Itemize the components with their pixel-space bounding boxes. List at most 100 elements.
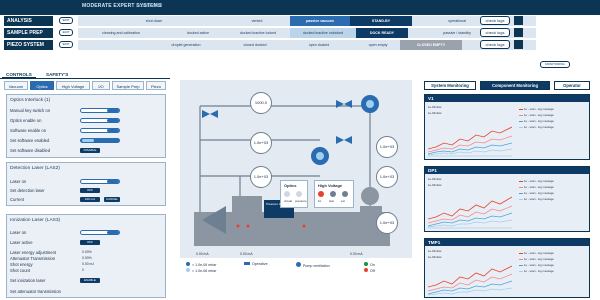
sample-prep-check-logs-button[interactable]: check logs (480, 28, 510, 37)
state-docked-inactive-unlocked[interactable]: docked inactive unlocked (290, 28, 356, 38)
gauge-1[interactable]: 1000.0 (250, 92, 272, 114)
state-passive-vacuum[interactable]: passive vacuum (290, 16, 350, 26)
top-header-bar: MODERATE EXPERT SYSTEMS - connected (0, 0, 600, 15)
section-title: Ionization Laser (LAS3) (10, 218, 61, 223)
software-enable-toggle[interactable] (80, 128, 120, 133)
optic-indicator-2 (296, 191, 302, 197)
manual-key-toggle[interactable] (80, 108, 120, 113)
hv-indicator-ext (342, 191, 348, 197)
gauge-5[interactable]: 1.0e+03 (376, 166, 398, 188)
monitoring-button[interactable]: MONITORING (540, 61, 570, 68)
optics-enable-toggle[interactable] (80, 118, 120, 123)
pressure-label: Pressure /Pa (266, 202, 284, 206)
tab-controls[interactable]: CONTROLS (2, 70, 36, 79)
piezo-check-logs-button[interactable]: check logs (480, 40, 510, 49)
piezo-edit-button[interactable]: EDIT (59, 41, 73, 48)
legend-item: Operative (244, 262, 268, 266)
hv-indicator-int (318, 191, 324, 197)
y-axis-label: 1e-02mbar (428, 105, 442, 109)
analysis-status-square (514, 16, 523, 25)
subtab-high-voltage[interactable]: High Voltage (56, 81, 90, 90)
detection-off-button[interactable]: OFF (80, 188, 100, 193)
optic-item-label: virtual (284, 199, 293, 203)
small-value: 0.00 mA (240, 252, 253, 256)
gauge-6[interactable]: 1.0e+03 (376, 212, 398, 234)
disable-button[interactable]: DISABLE (80, 148, 100, 153)
row-label-analysis: ANALYSIS (4, 16, 53, 26)
option-label: Software enable on (10, 128, 47, 133)
tab-component-monitoring[interactable]: Component Monitoring (480, 81, 550, 90)
ionization-laser-toggle[interactable] (80, 230, 120, 235)
analysis-edit-button[interactable]: EDIT (59, 17, 73, 24)
current-value-button[interactable]: 100 mA (80, 197, 100, 202)
legend-entry: 1e - scan - log message (519, 191, 554, 195)
y-axis-label: 1e-03mbar (428, 255, 442, 259)
chart-panel-tmp1: TMP1 1e-02mbar 1e-03mbar 1e - scan - log… (424, 238, 590, 298)
state-dock-ready[interactable]: DOCK READY (356, 28, 408, 38)
legend-entry: 1e - scan - log message (519, 269, 554, 273)
gauge-4[interactable]: 1.0e+03 (376, 136, 398, 158)
legend-entry: 1e - scan - log message (519, 197, 554, 201)
option-label: Current (10, 197, 24, 202)
state-shut-down[interactable]: shut down (126, 16, 182, 26)
state-open-docked[interactable]: open docked (290, 40, 348, 50)
ionization-enable-button[interactable]: ENABLE (80, 278, 100, 283)
sample-prep-state-track: cleaning and calibration docked active d… (78, 28, 536, 38)
ionization-off-button[interactable]: OFF (80, 240, 100, 245)
tab-system-monitoring[interactable]: System Monitoring (424, 81, 476, 90)
state-open-empty[interactable]: open empty (350, 40, 406, 50)
option-label: Optics enable on (10, 118, 42, 123)
optics-box[interactable]: Optics virtual pressure (280, 180, 308, 208)
sparkline-chart (428, 265, 512, 296)
chart-title: DP1 (425, 167, 589, 174)
legend-entry: 1e - scan - log message (519, 107, 554, 111)
y-axis-label: 1e-03mbar (428, 183, 442, 187)
optic-item-label: pressure (295, 199, 307, 203)
option-label: Set attenuator transmission (10, 289, 61, 294)
optic-indicator-1 (284, 191, 290, 197)
tab-operator[interactable]: Operator (554, 81, 590, 90)
tab-safetys[interactable]: SAFETY'S (42, 70, 72, 79)
option-label: Laser on (10, 230, 27, 235)
state-vented[interactable]: vented (228, 16, 286, 26)
state-docked-active[interactable]: docked active (170, 28, 226, 38)
piezo-status-square (514, 40, 523, 49)
option-label: Shot count (10, 268, 31, 273)
option-label: Manual key switch on (10, 108, 51, 113)
state-closed-docked[interactable]: closed docked (226, 40, 284, 50)
hv-indicator-stat (330, 191, 336, 197)
legend-item: Pump ventilation (296, 262, 330, 268)
gauge-2[interactable]: 1.0e+03 (250, 132, 272, 154)
row-label-piezo-system: PIEZO SYSTEM (4, 40, 53, 50)
sample-prep-edit-button[interactable]: EDIT (59, 29, 73, 36)
state-droplet-generation[interactable]: droplet generation (156, 40, 216, 50)
pump-3[interactable] (361, 187, 379, 205)
detection-laser-toggle[interactable] (80, 179, 120, 184)
shot-energy-value: 0.00 mJ (82, 262, 95, 266)
small-value: 0.00 mA (196, 252, 209, 256)
subtab-optics[interactable]: Optics (30, 81, 54, 90)
set-software-enabled-toggle[interactable] (80, 138, 120, 143)
analysis-check-logs-button[interactable]: check logs (480, 16, 510, 25)
chart-title: TMP1 (425, 239, 589, 246)
state-closed-empty[interactable]: CLOSED EMPTY (400, 40, 462, 50)
subtab-piezo[interactable]: Piezo (146, 81, 166, 90)
shot-count-value: 0 (82, 268, 84, 272)
option-label: Set software enabled (10, 138, 50, 143)
hv-label: High Voltage (318, 183, 343, 188)
subtab-io[interactable]: I/O (92, 81, 110, 90)
small-value: 0.00 mA (350, 252, 363, 256)
high-voltage-box[interactable]: High Voltage int stat ext (314, 180, 354, 208)
subtab-sample-prep[interactable]: Sample Prep (112, 81, 144, 90)
cancel-button[interactable]: CANCEL (104, 197, 120, 202)
state-docked-inactive-locked[interactable]: docked inactive locked (226, 28, 290, 38)
state-cleaning-calibration[interactable]: cleaning and calibration (82, 28, 160, 38)
legend-entry: 1e - scan - log message (519, 125, 554, 129)
legend-entry: 1e - scan - log message (519, 185, 554, 189)
legend-entry: 1e - scan - log message (519, 179, 554, 183)
state-stand-by[interactable]: STAND-BY (350, 16, 412, 26)
gauge-3[interactable]: 1.0e+03 (250, 166, 272, 188)
subtab-vacuum[interactable]: Vacuum (4, 81, 28, 90)
y-axis-label: 1e-02mbar (428, 249, 442, 253)
legend-item: < 1.0e-06 mbar (186, 262, 216, 267)
